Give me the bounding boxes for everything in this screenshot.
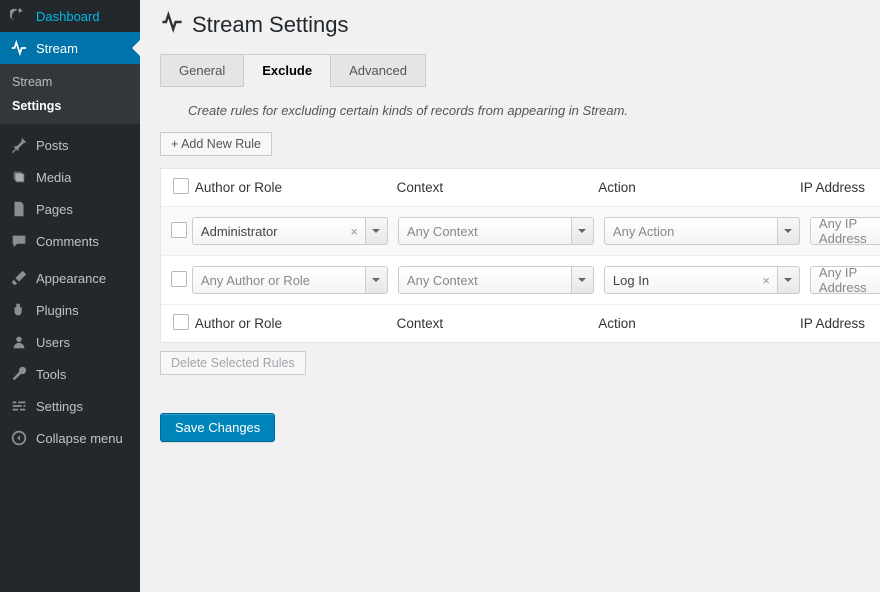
col-context: Context: [397, 316, 599, 331]
action-select[interactable]: Any Action: [604, 216, 800, 246]
tab-exclude[interactable]: Exclude: [243, 54, 331, 87]
col-context: Context: [397, 180, 599, 195]
sidebar-item-stream[interactable]: Stream: [0, 32, 140, 64]
user-icon: [10, 333, 28, 351]
ip-select[interactable]: Any IP Address: [810, 217, 880, 245]
comment-icon: [10, 232, 28, 250]
sidebar-item-label: Stream: [36, 41, 78, 56]
sidebar-item-label: Tools: [36, 367, 66, 382]
rule-row: Any Author or Role Any Context Log In: [161, 256, 880, 305]
sidebar-item-users[interactable]: Users: [0, 326, 140, 358]
sidebar-item-label: Users: [36, 335, 70, 350]
sidebar-item-appearance[interactable]: Appearance: [0, 262, 140, 294]
brush-icon: [10, 269, 28, 287]
author-select[interactable]: Administrator ×: [192, 216, 388, 246]
col-author: Author or Role: [195, 316, 397, 331]
sidebar-item-label: Collapse menu: [36, 431, 123, 446]
chevron-down-icon[interactable]: [366, 266, 388, 294]
author-select-value: Administrator: [192, 217, 366, 245]
row-checkbox[interactable]: [171, 271, 187, 287]
collapse-icon: [10, 429, 28, 447]
sidebar-item-label: Appearance: [36, 271, 106, 286]
tab-general[interactable]: General: [160, 54, 244, 87]
page-title-text: Stream Settings: [192, 12, 349, 38]
col-author: Author or Role: [195, 180, 397, 195]
table-footer-row: Author or Role Context Action IP Address: [161, 305, 880, 342]
author-select-placeholder: Any Author or Role: [192, 266, 366, 294]
ip-select[interactable]: Any IP Address: [810, 266, 880, 294]
sidebar-item-label: Dashboard: [36, 9, 100, 24]
row-checkbox[interactable]: [171, 222, 187, 238]
col-action: Action: [598, 316, 800, 331]
rules-table: Author or Role Context Action IP Address…: [160, 168, 880, 343]
col-action: Action: [598, 180, 800, 195]
sliders-icon: [10, 397, 28, 415]
sidebar-item-label: Posts: [36, 138, 69, 153]
sidebar-item-posts[interactable]: Posts: [0, 129, 140, 161]
tabbar: General Exclude Advanced: [160, 54, 880, 87]
page-icon: [10, 200, 28, 218]
help-text: Create rules for excluding certain kinds…: [188, 103, 880, 118]
context-select[interactable]: Any Context: [398, 265, 594, 295]
chevron-down-icon[interactable]: [778, 266, 800, 294]
sidebar-item-plugins[interactable]: Plugins: [0, 294, 140, 326]
sidebar-item-label: Media: [36, 170, 71, 185]
sidebar-item-comments[interactable]: Comments: [0, 225, 140, 257]
sidebar-item-tools[interactable]: Tools: [0, 358, 140, 390]
context-select[interactable]: Any Context: [398, 216, 594, 246]
clear-icon[interactable]: ×: [762, 273, 770, 288]
wrench-icon: [10, 365, 28, 383]
author-select[interactable]: Any Author or Role: [192, 265, 388, 295]
sidebar-item-label: Comments: [36, 234, 99, 249]
sidebar-item-dashboard[interactable]: Dashboard: [0, 0, 140, 32]
rule-row: Administrator × Any Context Any Acti: [161, 207, 880, 256]
sidebar-sub-stream[interactable]: Stream: [0, 70, 140, 94]
pin-icon: [10, 136, 28, 154]
page-title: Stream Settings: [160, 6, 880, 54]
save-changes-button[interactable]: Save Changes: [160, 413, 275, 442]
action-select[interactable]: Log In ×: [604, 265, 800, 295]
sidebar-submenu: Stream Settings: [0, 64, 140, 124]
chevron-down-icon[interactable]: [572, 266, 594, 294]
sidebar-item-label: Pages: [36, 202, 73, 217]
col-ip: IP Address: [800, 316, 880, 331]
chevron-down-icon[interactable]: [572, 217, 594, 245]
sidebar-item-pages[interactable]: Pages: [0, 193, 140, 225]
admin-sidebar: Dashboard Stream Stream Settings Posts M…: [0, 0, 140, 592]
select-all-checkbox[interactable]: [173, 314, 189, 330]
sidebar-item-settings[interactable]: Settings: [0, 390, 140, 422]
sidebar-item-label: Settings: [36, 399, 83, 414]
sidebar-item-media[interactable]: Media: [0, 161, 140, 193]
sidebar-collapse[interactable]: Collapse menu: [0, 422, 140, 454]
clear-icon[interactable]: ×: [350, 224, 358, 239]
table-header-row: Author or Role Context Action IP Address: [161, 169, 880, 207]
chevron-down-icon[interactable]: [366, 217, 388, 245]
delete-selected-button[interactable]: Delete Selected Rules: [160, 351, 306, 375]
context-select-placeholder: Any Context: [398, 266, 572, 294]
pulse-icon: [10, 39, 28, 57]
chevron-down-icon[interactable]: [778, 217, 800, 245]
col-ip: IP Address: [800, 180, 880, 195]
context-select-placeholder: Any Context: [398, 217, 572, 245]
gauge-icon: [10, 7, 28, 25]
action-select-placeholder: Any Action: [604, 217, 778, 245]
tab-advanced[interactable]: Advanced: [330, 54, 426, 87]
select-all-checkbox[interactable]: [173, 178, 189, 194]
sidebar-sub-settings[interactable]: Settings: [0, 94, 140, 118]
sidebar-item-label: Plugins: [36, 303, 79, 318]
action-select-value: Log In: [604, 266, 778, 294]
add-rule-button[interactable]: + Add New Rule: [160, 132, 272, 156]
plug-icon: [10, 301, 28, 319]
main-content: Stream Settings General Exclude Advanced…: [140, 0, 880, 592]
pulse-icon: [160, 10, 184, 40]
media-icon: [10, 168, 28, 186]
